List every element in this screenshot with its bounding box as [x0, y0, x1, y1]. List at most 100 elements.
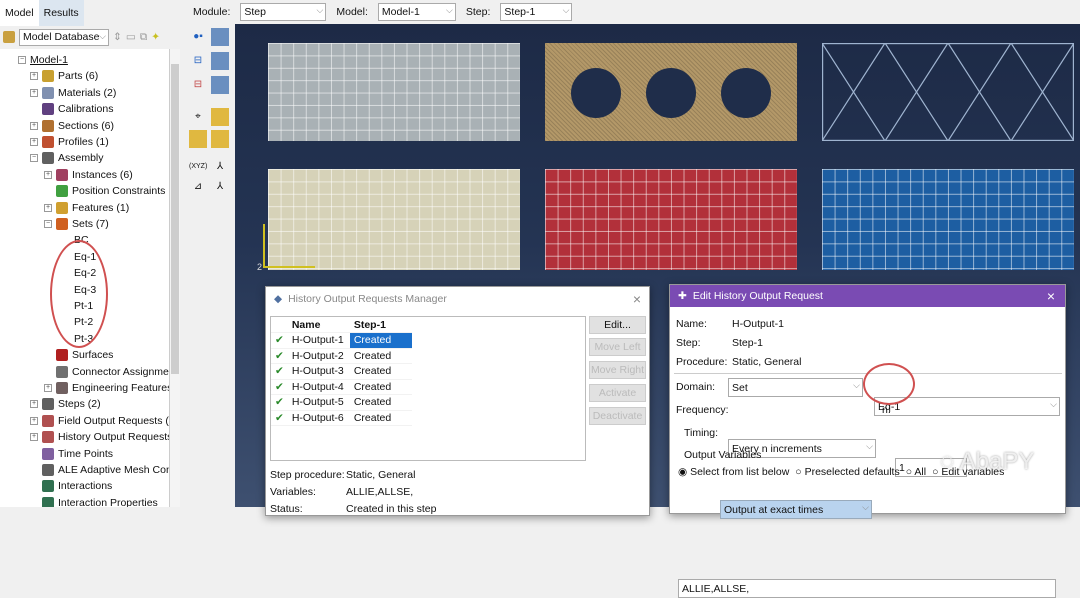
datum-axis-icon[interactable]: ⅄	[211, 158, 229, 176]
tree-item[interactable]: Interactions	[30, 478, 112, 494]
radio-option[interactable]: ◉ Select from list below	[678, 466, 789, 478]
tree-item[interactable]: Interaction Properties	[30, 495, 158, 507]
tree-item[interactable]: − Assembly	[30, 150, 104, 166]
table-row[interactable]: ✔ H-Output-4 Created	[271, 379, 412, 395]
collapse-icon[interactable]: −	[30, 154, 38, 163]
radio-icon[interactable]: ◉	[678, 466, 687, 478]
collapse-icon[interactable]: −	[44, 220, 52, 228]
table-row[interactable]: ✔ H-Output-6 Created	[271, 410, 412, 426]
timing-select[interactable]: Output at exact times ⌵	[720, 500, 872, 519]
table-row[interactable]: ✔ H-Output-3 Created	[271, 363, 412, 380]
expand-icon[interactable]: +	[30, 138, 38, 146]
datum-plane-icon[interactable]: ⊿	[189, 178, 207, 196]
request-status[interactable]: Created	[349, 379, 412, 395]
tree-item[interactable]: Surfaces	[44, 347, 113, 363]
collapse-icon[interactable]: −	[18, 56, 26, 64]
expand-icon[interactable]: +	[44, 203, 52, 212]
radio-option[interactable]: ○ All	[906, 466, 926, 478]
expand-icon[interactable]: +	[44, 170, 52, 179]
table-row[interactable]: ✔ H-Output-5 Created	[271, 394, 412, 411]
expand-icon[interactable]: +	[30, 400, 38, 409]
request-status[interactable]: Created	[349, 332, 412, 349]
expand-icon[interactable]: +	[44, 384, 52, 392]
datum-point-icon[interactable]: (XYZ)	[189, 158, 207, 176]
lightbulb-icon[interactable]: ✦	[151, 31, 160, 43]
tree-node-icon	[56, 185, 68, 198]
expand-icon[interactable]: +	[30, 121, 38, 130]
radio-icon[interactable]: ○	[795, 466, 801, 478]
field-output-create-icon[interactable]: ⊟	[189, 52, 207, 70]
query-icon[interactable]: ⌖	[189, 108, 207, 126]
frequency-label: Frequency:	[676, 404, 729, 416]
tree-item[interactable]: + Instances (6)	[44, 167, 133, 183]
move-left-button[interactable]: Move Left	[589, 338, 646, 356]
tab-model[interactable]: Model	[0, 0, 39, 26]
model-database-select[interactable]: Model Database ⌵	[19, 28, 109, 46]
radio-option[interactable]: ○ Preselected defaults	[795, 466, 899, 478]
tree-item-label: Calibrations	[58, 103, 114, 116]
tree-item[interactable]: Calibrations	[30, 101, 113, 117]
activate-button[interactable]: Activate	[589, 384, 646, 402]
editor-title: Edit History Output Request	[692, 290, 823, 302]
tree-item[interactable]: + Materials (2)	[30, 85, 116, 101]
expand-icon[interactable]: +	[30, 416, 38, 425]
filter-icon[interactable]: ⧉	[140, 31, 148, 44]
tree-item[interactable]: + Field Output Requests (1	[30, 413, 169, 429]
table-row[interactable]: ✔ H-Output-1 Created	[271, 332, 412, 349]
tree-item[interactable]: + Steps (2)	[30, 396, 101, 412]
request-status[interactable]: Created	[349, 394, 412, 411]
datum-csys-icon[interactable]: ⅄	[211, 178, 229, 196]
history-output-create-icon[interactable]: ⊟	[189, 76, 207, 94]
radio-icon[interactable]: ○	[932, 466, 938, 478]
tree-item[interactable]: + Parts (6)	[30, 68, 98, 84]
tree-item[interactable]: ALE Adaptive Mesh Cons	[30, 462, 169, 478]
close-icon[interactable]: ×	[633, 291, 641, 307]
tree-item[interactable]: − Model-1	[18, 52, 68, 68]
tree-item[interactable]: + Engineering Features	[44, 380, 169, 396]
module-select[interactable]: Step ⌵	[240, 3, 327, 21]
table-row[interactable]: ✔ H-Output-2 Created	[271, 348, 412, 364]
radio-icon[interactable]: ○	[906, 466, 912, 478]
tree-item[interactable]: + Features (1)	[44, 200, 129, 216]
tree-item[interactable]: Time Points	[30, 446, 113, 462]
request-status[interactable]: Created	[349, 363, 412, 380]
sort-icon[interactable]: ⇕	[113, 31, 122, 43]
edit-button[interactable]: Edit...	[589, 316, 646, 334]
expand-icon[interactable]: +	[30, 88, 38, 97]
tree-item[interactable]: − Sets (7)	[44, 216, 109, 232]
expand-icon[interactable]: +	[30, 433, 38, 442]
deactivate-button[interactable]: Deactivate	[589, 407, 646, 425]
step-create-icon[interactable]: ●▪	[189, 28, 207, 46]
check-icon: ✔	[271, 348, 288, 364]
partition-icon[interactable]	[211, 108, 229, 126]
step-manager-icon[interactable]	[211, 28, 229, 46]
surface-icon[interactable]	[211, 130, 229, 148]
history-output-manager-icon[interactable]	[211, 76, 229, 94]
tree-item[interactable]: + Sections (6)	[30, 118, 114, 134]
tree-item[interactable]: + History Output Requests	[30, 429, 169, 445]
tree-node-icon	[42, 119, 54, 132]
tree-node-icon	[42, 70, 54, 83]
domain-select[interactable]: Set ⌵	[728, 378, 863, 397]
tab-results[interactable]: Results	[38, 0, 84, 26]
expand-icon[interactable]: ▭	[126, 31, 136, 43]
move-right-button[interactable]: Move Right	[589, 361, 646, 379]
model-select[interactable]: Model-1 ⌵	[377, 3, 456, 21]
tree-item[interactable]: Position Constraints	[44, 183, 165, 199]
expand-icon[interactable]: +	[30, 72, 38, 81]
tree-item[interactable]: + Profiles (1)	[30, 134, 109, 150]
request-name: H-Output-5	[287, 394, 350, 411]
chevron-down-icon: ⌵	[316, 5, 324, 15]
tree-scroll-thumb[interactable]	[171, 64, 179, 374]
close-icon[interactable]: ×	[1047, 288, 1055, 304]
step-select[interactable]: Step-1 ⌵	[500, 3, 573, 21]
field-output-manager-icon[interactable]	[211, 52, 229, 70]
set-icon[interactable]	[189, 130, 207, 148]
request-status[interactable]: Created	[349, 348, 412, 364]
request-status[interactable]: Created	[349, 410, 412, 426]
tree-item[interactable]: Connector Assignmer	[44, 364, 169, 380]
history-output-manager-dialog: ◆ History Output Requests Manager × Name…	[265, 286, 650, 516]
tree-node-icon	[42, 103, 54, 116]
output-variables-input[interactable]: ALLIE,ALLSE,	[678, 579, 1056, 598]
tree-item-label: Interactions	[58, 480, 113, 493]
